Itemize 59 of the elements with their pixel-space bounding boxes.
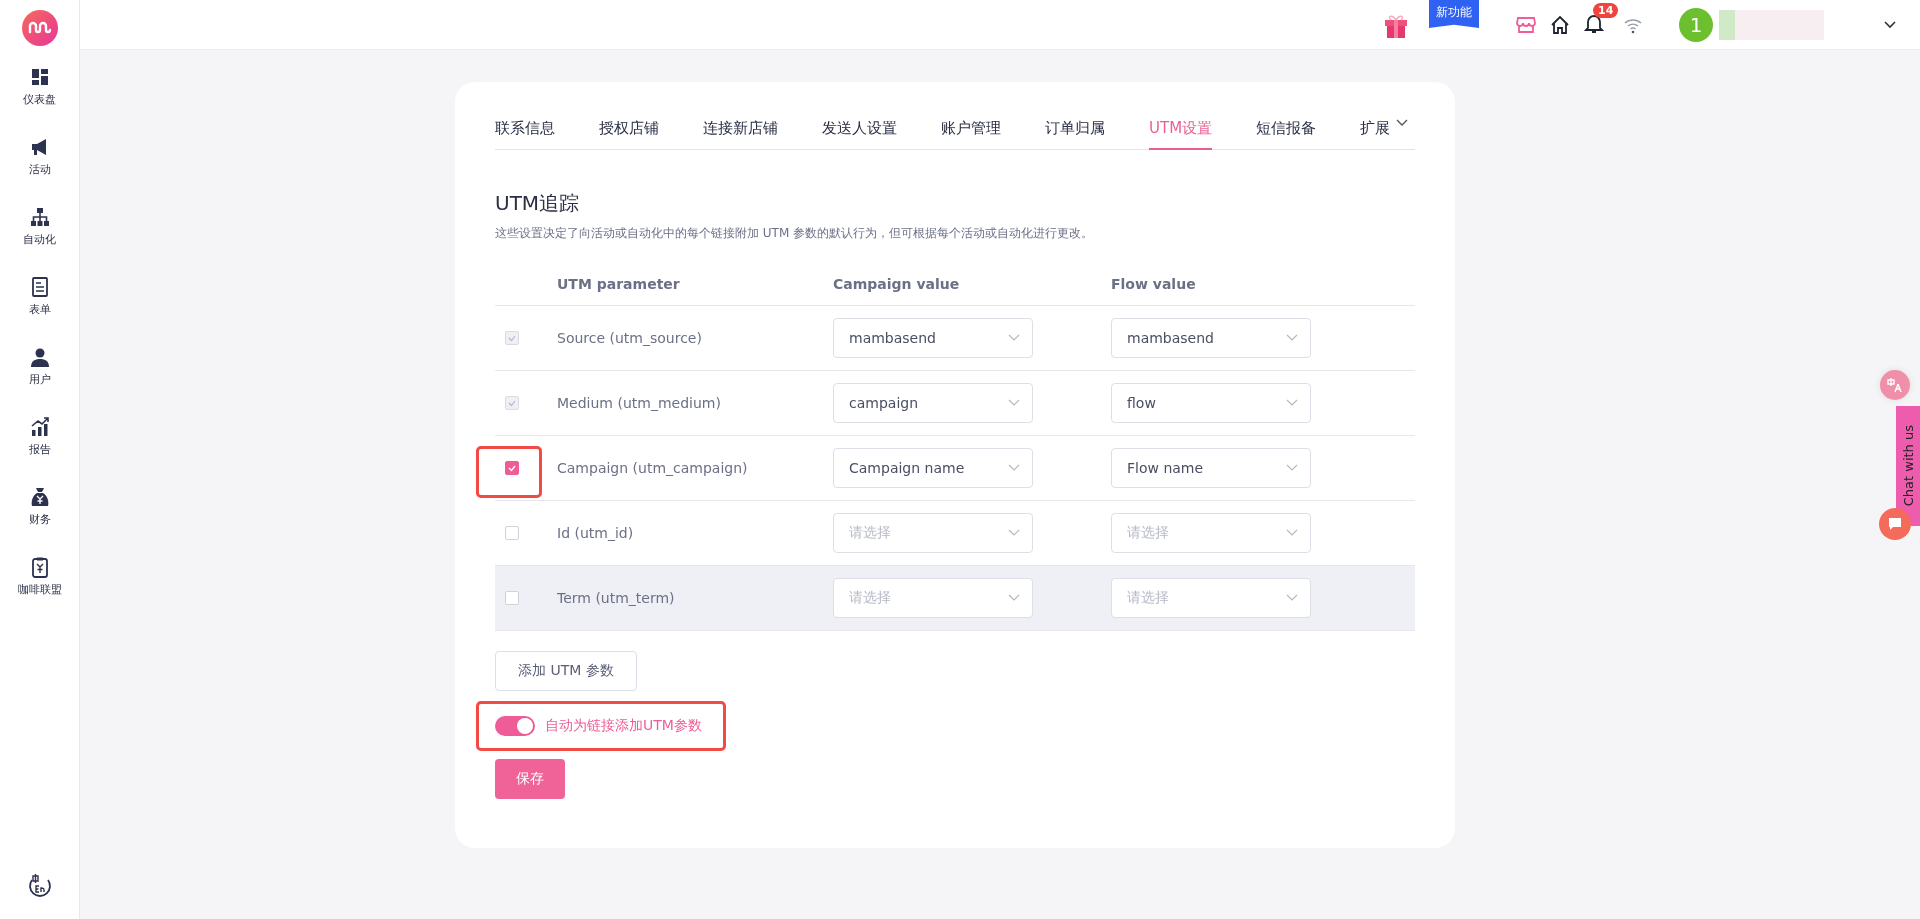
tab[interactable]: 短信报备: [1256, 110, 1317, 150]
checkbox[interactable]: [505, 526, 519, 540]
chevron-down-icon: [1008, 594, 1020, 602]
chat-bubble-icon: [1888, 517, 1902, 531]
select-dropdown[interactable]: Campaign name: [833, 448, 1033, 488]
language-icon[interactable]: [26, 873, 53, 899]
tab[interactable]: 联系信息: [495, 110, 555, 150]
chevron-down-icon: [1396, 119, 1409, 127]
chevron-down-icon: [1286, 334, 1298, 342]
tab[interactable]: 订单归属: [1045, 110, 1105, 150]
chevron-down-icon: [1286, 464, 1298, 472]
user-icon: [28, 346, 51, 368]
translate-button[interactable]: [1880, 370, 1910, 400]
toggle-switch[interactable]: [495, 716, 535, 736]
checkmark-icon: [507, 463, 517, 473]
section-title: UTM追踪: [495, 190, 581, 217]
sidebar-item[interactable]: 表单: [0, 276, 80, 346]
tab[interactable]: 发送人设置: [822, 110, 897, 150]
new-feature-badge[interactable]: 新功能: [1429, 0, 1479, 28]
sidebar-item[interactable]: 咖啡联盟: [0, 556, 80, 626]
sidebar-item[interactable]: 自动化: [0, 206, 80, 276]
chat-button[interactable]: [1879, 508, 1911, 540]
sidebar-item[interactable]: 财务: [0, 486, 80, 556]
column-header: Campaign value: [833, 275, 961, 292]
chevron-down-icon: [1008, 464, 1020, 472]
sidebar-item[interactable]: 用户: [0, 346, 80, 416]
chevron-down-icon: [1008, 529, 1020, 537]
translate-icon: [1886, 376, 1904, 394]
parameter-label: Medium (utm_medium): [557, 395, 722, 411]
chevron-down-icon: [1008, 334, 1020, 342]
chevron-down-icon[interactable]: [1884, 20, 1896, 29]
chevron-down-icon: [1286, 594, 1298, 602]
tab[interactable]: 账户管理: [941, 110, 1001, 150]
tab[interactable]: 连接新店铺: [703, 110, 778, 150]
sidebar-item[interactable]: 报告: [0, 416, 80, 486]
logo-icon[interactable]: [21, 10, 58, 46]
chat-tab[interactable]: Chat with us: [1896, 406, 1920, 526]
checkbox[interactable]: [505, 591, 519, 605]
home-icon[interactable]: [1549, 13, 1571, 36]
tab[interactable]: 扩展: [1360, 110, 1409, 150]
chevron-down-icon: [1286, 529, 1298, 537]
select-dropdown[interactable]: Flow name: [1111, 448, 1311, 488]
add-parameter-button[interactable]: 添加 UTM 参数: [495, 651, 637, 691]
tab[interactable]: 授权店铺: [599, 110, 659, 150]
column-header: Flow value: [1111, 275, 1197, 292]
sidebar-item[interactable]: 仪表盘: [0, 66, 80, 136]
parameter-label: Term (utm_term): [557, 590, 676, 606]
chevron-down-icon: [1286, 399, 1298, 407]
parameter-label: Campaign (utm_campaign): [557, 460, 749, 476]
parameter-label: Id (utm_id): [557, 525, 635, 541]
toggle-label: 自动为链接添加UTM参数: [545, 717, 702, 735]
notification-count: 14: [1593, 2, 1619, 18]
checkbox[interactable]: [505, 461, 519, 475]
sidebar-item[interactable]: 活动: [0, 136, 80, 206]
column-header: UTM parameter: [557, 275, 681, 292]
section-description: 这些设置决定了向活动或自动化中的每个链接附加 UTM 参数的默认行为，但可根据每个活动或自动化进行更改。: [495, 225, 1095, 242]
parameter-label: Source (utm_source): [557, 330, 703, 346]
hierarchy-icon: [28, 206, 51, 228]
chevron-down-icon: [1008, 399, 1020, 407]
